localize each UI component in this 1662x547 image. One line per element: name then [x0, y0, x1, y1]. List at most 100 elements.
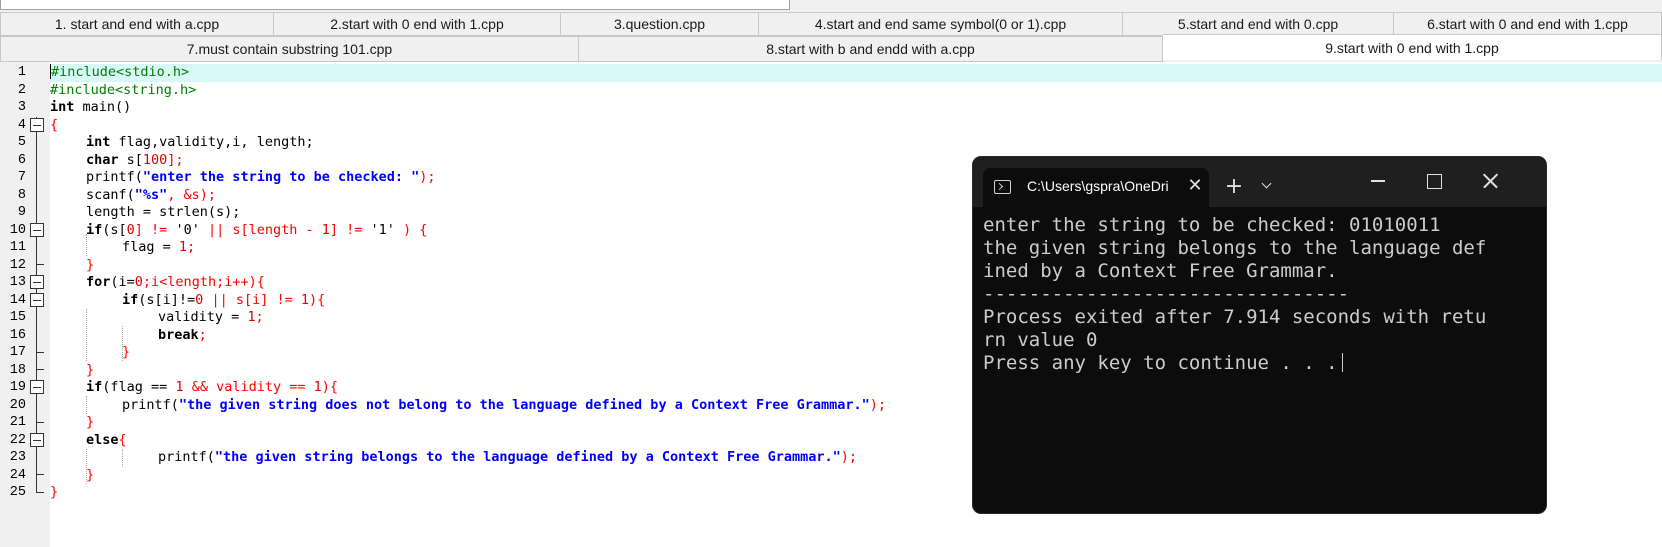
code-token: ];	[167, 151, 184, 168]
code-token: }	[86, 361, 95, 378]
code-token: );	[419, 169, 436, 185]
code-token: if	[86, 379, 103, 395]
tab-file-9-active[interactable]: 9.start with 0 end with 1.cpp	[1163, 34, 1662, 60]
terminal-titlebar[interactable]: C:\Users\gspra\OneDri ✕ +	[973, 157, 1546, 207]
fold-toggle-icon[interactable]	[30, 275, 44, 289]
fold-end-marker	[36, 422, 44, 423]
line-number: 13	[9, 275, 26, 290]
line-number: 5	[17, 135, 26, 150]
line-number: 8	[17, 187, 26, 203]
code-token: scanf(	[86, 186, 135, 203]
code-token: 0	[126, 221, 135, 238]
code-token: );	[840, 449, 858, 465]
code-token: #include<stdio.h>	[51, 64, 190, 80]
fold-end-marker	[36, 369, 44, 370]
fold-toggle-icon[interactable]	[30, 293, 44, 307]
code-token: length = strlen(s);	[86, 204, 241, 220]
fold-toggle-icon[interactable]	[30, 118, 44, 132]
line-number: 11	[9, 240, 26, 255]
line-number: 24	[9, 467, 26, 483]
line-number: 3	[17, 100, 26, 115]
tab-file-2[interactable]: 2.start with 0 end with 1.cpp	[274, 12, 561, 36]
code-token: {	[50, 116, 59, 133]
line-number: 22	[9, 432, 26, 448]
close-icon[interactable]	[1475, 165, 1505, 195]
code-token: }	[86, 466, 95, 483]
indent-guide	[86, 309, 87, 361]
code-token: flag,validity,i, length;	[110, 134, 314, 150]
fold-end-marker	[36, 352, 44, 353]
terminal-line: --------------------------------	[983, 283, 1350, 305]
code-line: #include<string.h>	[50, 82, 1662, 100]
tab-file-7[interactable]: 7.must contain substring 101.cpp	[0, 36, 579, 62]
terminal-window[interactable]: C:\Users\gspra\OneDri ✕ + enter the stri…	[973, 157, 1546, 513]
code-token: #include<string.h>	[50, 81, 197, 98]
line-number: 15	[9, 310, 26, 325]
line-number: 23	[9, 450, 26, 465]
terminal-prompt-text: Press any key to continue . . .	[983, 352, 1338, 374]
code-token: }	[86, 414, 95, 430]
fold-toggle-icon[interactable]	[30, 433, 44, 447]
line-number: 17	[9, 345, 26, 360]
code-token: main()	[74, 99, 132, 115]
line-number-gutter: 1 2 3 4 5 6 7 8 9 10 11 12 13 14 15 16 1…	[0, 62, 50, 547]
code-token: 1	[178, 239, 188, 255]
terminal-output[interactable]: enter the string to be checked: 01010011…	[983, 214, 1538, 504]
indent-guide	[122, 449, 123, 467]
code-token: ;	[187, 239, 196, 255]
code-token: int	[86, 134, 111, 150]
fold-end-marker	[36, 264, 44, 265]
tab-file-8[interactable]: 8.start with b and endd with a.cpp	[579, 36, 1163, 62]
tab-file-1[interactable]: 1. start and end with a.cpp	[0, 12, 274, 36]
minimize-icon[interactable]	[1363, 165, 1393, 195]
code-token: '0'	[175, 221, 200, 238]
code-token: "enter the string to be checked: "	[142, 169, 420, 185]
fold-toggle-icon[interactable]	[30, 380, 44, 394]
code-token: flag =	[122, 239, 179, 255]
line-number: 20	[9, 397, 26, 413]
code-token: s[	[118, 151, 143, 168]
terminal-line: rn value 0	[983, 329, 1098, 351]
chevron-down-icon[interactable]	[1255, 174, 1281, 200]
code-token: printf(	[122, 396, 179, 413]
plus-icon[interactable]: +	[1219, 172, 1249, 202]
code-token: ) {	[394, 221, 428, 238]
fold-toggle-icon[interactable]	[30, 223, 44, 237]
code-token: || s[i] !=	[203, 291, 301, 308]
terminal-tab[interactable]: C:\Users\gspra\OneDri ✕	[983, 168, 1209, 207]
line-number: 9	[17, 205, 26, 220]
code-token: '1'	[370, 221, 395, 238]
line-number: 19	[9, 380, 26, 395]
line-number: 18	[9, 362, 26, 378]
code-token: 1	[313, 379, 322, 395]
terminal-line: Process exited after 7.914 seconds with …	[983, 306, 1487, 328]
code-token: , &s);	[167, 186, 217, 203]
code-token: );	[869, 396, 887, 413]
terminal-tab-title: C:\Users\gspra\OneDri	[1027, 178, 1169, 194]
code-token: "%s"	[134, 186, 168, 203]
code-token: || s[length -	[199, 221, 322, 238]
close-icon[interactable]: ✕	[1184, 175, 1206, 197]
code-token: (flag ==	[102, 379, 176, 395]
code-token: printf(	[86, 169, 143, 185]
tab-file-6[interactable]: 6.start with 0 and end with 1.cpp	[1394, 12, 1662, 36]
line-number: 12	[9, 257, 26, 273]
code-token: (s[	[102, 221, 127, 238]
terminal-line: the given string belongs to the language…	[983, 237, 1487, 259]
code-line: int flag,validity,i, length;	[86, 134, 1662, 152]
tab-file-5[interactable]: 5.start and end with 0.cpp	[1123, 12, 1394, 36]
line-number: 21	[9, 415, 26, 430]
tab-file-3[interactable]: 3.question.cpp	[561, 12, 759, 36]
terminal-line-prompt: Press any key to continue . . .	[983, 352, 1538, 375]
line-number: 6	[17, 152, 26, 168]
code-token: (s[i]!=	[138, 291, 196, 308]
maximize-icon[interactable]	[1419, 165, 1449, 195]
line-number: 16	[9, 327, 26, 343]
code-token: printf(	[158, 449, 215, 465]
tab-file-4[interactable]: 4.start and end same symbol(0 or 1).cpp	[759, 12, 1123, 36]
line-number: 1	[17, 65, 26, 80]
code-token: ){	[321, 379, 339, 395]
code-token: char	[86, 151, 119, 168]
line-number: 10	[9, 222, 26, 238]
code-token: validity =	[158, 309, 248, 325]
